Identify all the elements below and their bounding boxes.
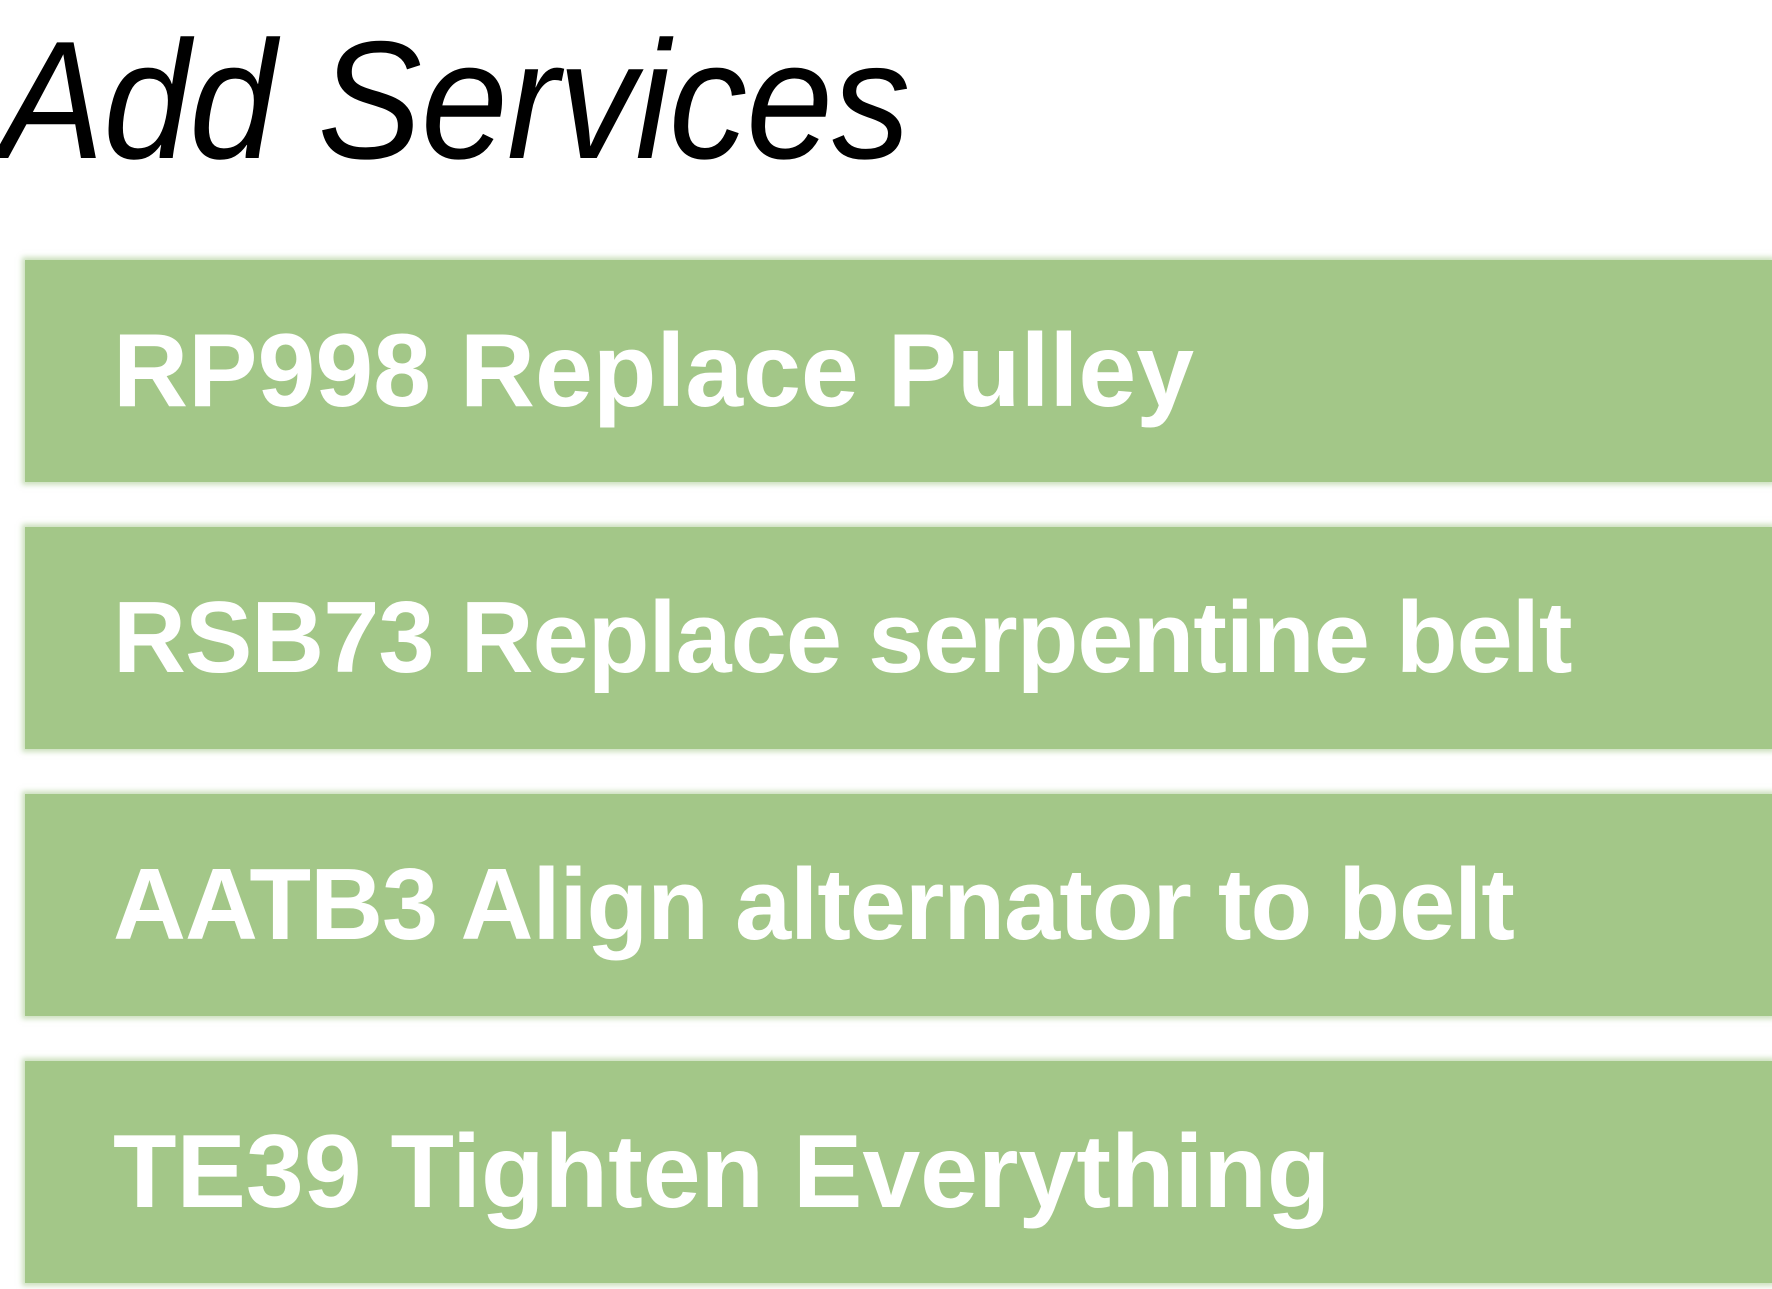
services-list: RP998 Replace Pulley RSB73 Replace serpe… xyxy=(25,260,1772,1283)
service-item-aatb3[interactable]: AATB3 Align alternator to belt xyxy=(25,794,1772,1016)
service-item-label: AATB3 Align alternator to belt xyxy=(113,849,1515,961)
service-item-label: RSB73 Replace serpentine belt xyxy=(113,582,1572,694)
service-item-rsb73[interactable]: RSB73 Replace serpentine belt xyxy=(25,527,1772,749)
service-item-te39[interactable]: TE39 Tighten Everything xyxy=(25,1061,1772,1283)
service-item-rp998[interactable]: RP998 Replace Pulley xyxy=(25,260,1772,482)
page-title: Add Services xyxy=(0,6,910,194)
service-item-label: RP998 Replace Pulley xyxy=(113,313,1195,429)
service-item-label: TE39 Tighten Everything xyxy=(113,1114,1331,1230)
